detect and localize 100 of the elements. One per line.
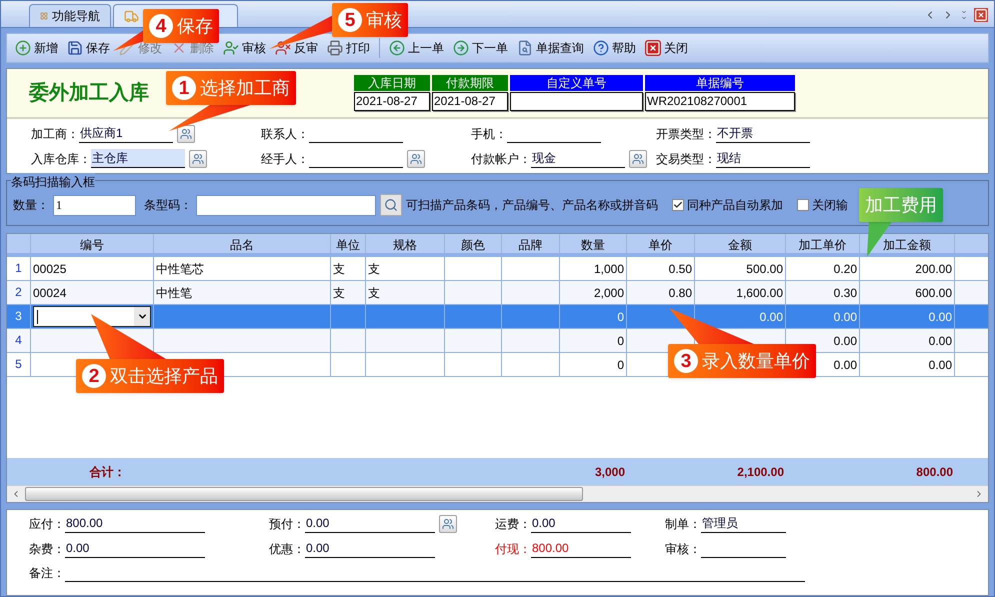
table-cell-text: 0.00 bbox=[760, 308, 783, 326]
tab[interactable]: 功能导航 bbox=[29, 4, 111, 27]
field-label: 备注： bbox=[29, 565, 65, 582]
table-cell-text: 0 bbox=[617, 356, 624, 374]
horizontal-scrollbar[interactable] bbox=[7, 485, 988, 502]
input-field[interactable]: 管理员 bbox=[701, 514, 786, 533]
callout-text: 选择加工商 bbox=[200, 76, 290, 100]
toolbar-button[interactable]: 下一单 bbox=[453, 39, 508, 57]
input-field[interactable]: 800.00 bbox=[65, 514, 205, 533]
checkbox[interactable] bbox=[797, 199, 809, 211]
quantity-field[interactable]: 1 bbox=[53, 194, 136, 216]
lookup-button[interactable] bbox=[629, 150, 647, 168]
toolbar-button[interactable]: 打印 bbox=[327, 39, 370, 57]
step-number: 2 bbox=[82, 364, 106, 388]
dropdown-button[interactable] bbox=[134, 307, 150, 326]
people-icon bbox=[180, 128, 192, 140]
toolbar-button[interactable]: 单据查询 bbox=[517, 39, 584, 57]
table-cell-text: 0.50 bbox=[668, 260, 692, 278]
table-cell-text: 0.30 bbox=[834, 284, 857, 302]
table-cell-text: 支 bbox=[333, 260, 345, 278]
search-button[interactable] bbox=[380, 194, 402, 216]
header-input[interactable]: 2021-08-27 bbox=[432, 92, 508, 111]
barcode-field[interactable] bbox=[196, 194, 376, 216]
column-header[interactable]: 品名 bbox=[154, 234, 331, 253]
column-header[interactable]: 规格 bbox=[366, 234, 445, 253]
search-icon bbox=[384, 198, 398, 212]
header-input[interactable]: WR202108270001 bbox=[645, 92, 795, 111]
column-header[interactable]: 单位 bbox=[331, 234, 366, 253]
column-header[interactable]: 加工单价 bbox=[786, 234, 860, 253]
lookup-button[interactable] bbox=[189, 150, 207, 168]
row-number: 4 bbox=[7, 329, 31, 352]
table-row[interactable]: 1 00025 中性笔芯 支 支 1,000 0.50 500.00 0.20 200.00 bbox=[7, 257, 988, 281]
field-label: 加工商： bbox=[31, 126, 79, 143]
toolbar-button[interactable]: 保存 bbox=[67, 39, 110, 57]
field-label: 交易类型： bbox=[656, 151, 716, 168]
lookup-button[interactable] bbox=[439, 515, 457, 533]
toolbar-button[interactable]: 新增 bbox=[15, 39, 58, 57]
table-cell-text: 1,600.00 bbox=[736, 284, 783, 302]
column-header[interactable]: 品牌 bbox=[502, 234, 560, 253]
toolbar-button[interactable]: 关闭 bbox=[645, 39, 688, 57]
checkbox[interactable] bbox=[672, 199, 684, 211]
scrollbar-thumb[interactable] bbox=[25, 487, 583, 501]
step-number: 3 bbox=[674, 349, 698, 373]
field-label: 数量： bbox=[13, 197, 49, 214]
field-label: 付现： bbox=[495, 541, 531, 558]
input-field[interactable]: 0.00 bbox=[65, 539, 205, 558]
truck-icon bbox=[124, 8, 139, 24]
document-title: 委外加工入库 bbox=[29, 82, 149, 104]
input-field[interactable]: 主仓库 bbox=[91, 149, 185, 168]
table-cell-text: 00025 bbox=[33, 260, 66, 278]
input-field[interactable]: 0.00 bbox=[305, 539, 435, 558]
table-cell-text: 0.00 bbox=[928, 308, 952, 326]
column-header[interactable]: 颜色 bbox=[445, 234, 502, 253]
table-cell-text: 0 bbox=[617, 332, 624, 350]
column-header[interactable]: 编号 bbox=[31, 234, 154, 253]
header-input[interactable] bbox=[510, 92, 643, 111]
field-label: 联系人： bbox=[261, 126, 309, 143]
column-header[interactable]: 单价 bbox=[627, 234, 695, 253]
input-field[interactable]: 现结 bbox=[716, 149, 810, 168]
input-field[interactable]: 现金 bbox=[531, 149, 625, 168]
overflow-icon[interactable] bbox=[960, 9, 968, 21]
field-label: 条型码： bbox=[144, 197, 192, 214]
close-icon[interactable] bbox=[974, 8, 988, 22]
toolbar-button[interactable]: 上一单 bbox=[389, 39, 444, 57]
toolbar-button[interactable]: 审核 bbox=[223, 39, 266, 57]
callout-text: 审核 bbox=[366, 8, 402, 32]
header-label: 单据编号 bbox=[645, 75, 795, 91]
table-cell-text: 0.00 bbox=[834, 308, 857, 326]
user-check-icon bbox=[223, 40, 239, 56]
combo-box[interactable] bbox=[33, 306, 151, 327]
table-cell-text: 500.00 bbox=[746, 260, 783, 278]
total-value: 800.00 bbox=[916, 464, 953, 480]
row-number: 2 bbox=[7, 281, 31, 304]
table-cell-text: 2,000 bbox=[594, 284, 624, 302]
table-cell-text: 600.00 bbox=[915, 284, 952, 302]
search-document-icon bbox=[517, 40, 533, 56]
input-field[interactable]: 800.00 bbox=[531, 539, 631, 558]
table-cell-text: 1,000 bbox=[594, 260, 624, 278]
table-cell-text: 中性笔 bbox=[156, 284, 192, 302]
add-icon bbox=[15, 40, 31, 56]
lookup-button[interactable] bbox=[407, 150, 425, 168]
header-label: 付款期限 bbox=[432, 75, 508, 91]
header-input[interactable]: 2021-08-27 bbox=[354, 92, 430, 111]
total-value: 3,000 bbox=[594, 464, 625, 480]
lookup-button[interactable] bbox=[177, 125, 195, 143]
toolbar-button[interactable]: 反审 bbox=[275, 39, 318, 57]
input-field[interactable]: 0.00 bbox=[531, 514, 631, 533]
column-header[interactable]: 数量 bbox=[560, 234, 627, 253]
input-field[interactable]: 不开票 bbox=[716, 124, 810, 143]
toolbar-button[interactable]: 帮助 bbox=[593, 39, 636, 57]
column-header[interactable]: 金额 bbox=[695, 234, 786, 253]
field-label: 付款帐户： bbox=[471, 151, 531, 168]
table-row[interactable]: 3 0 0.00 0.00 0.00 bbox=[7, 305, 988, 329]
field-label: 手机： bbox=[471, 126, 507, 143]
input-field[interactable]: 供应商1 bbox=[79, 124, 173, 143]
total-value: 2,100.00 bbox=[737, 464, 784, 480]
input-field[interactable]: 0.00 bbox=[305, 514, 435, 533]
table-cell-text: 0.80 bbox=[668, 284, 692, 302]
table-row[interactable]: 2 00024 中性笔 支 支 2,000 0.80 1,600.00 0.30 600.00 bbox=[7, 281, 988, 305]
close-icon bbox=[645, 40, 661, 56]
